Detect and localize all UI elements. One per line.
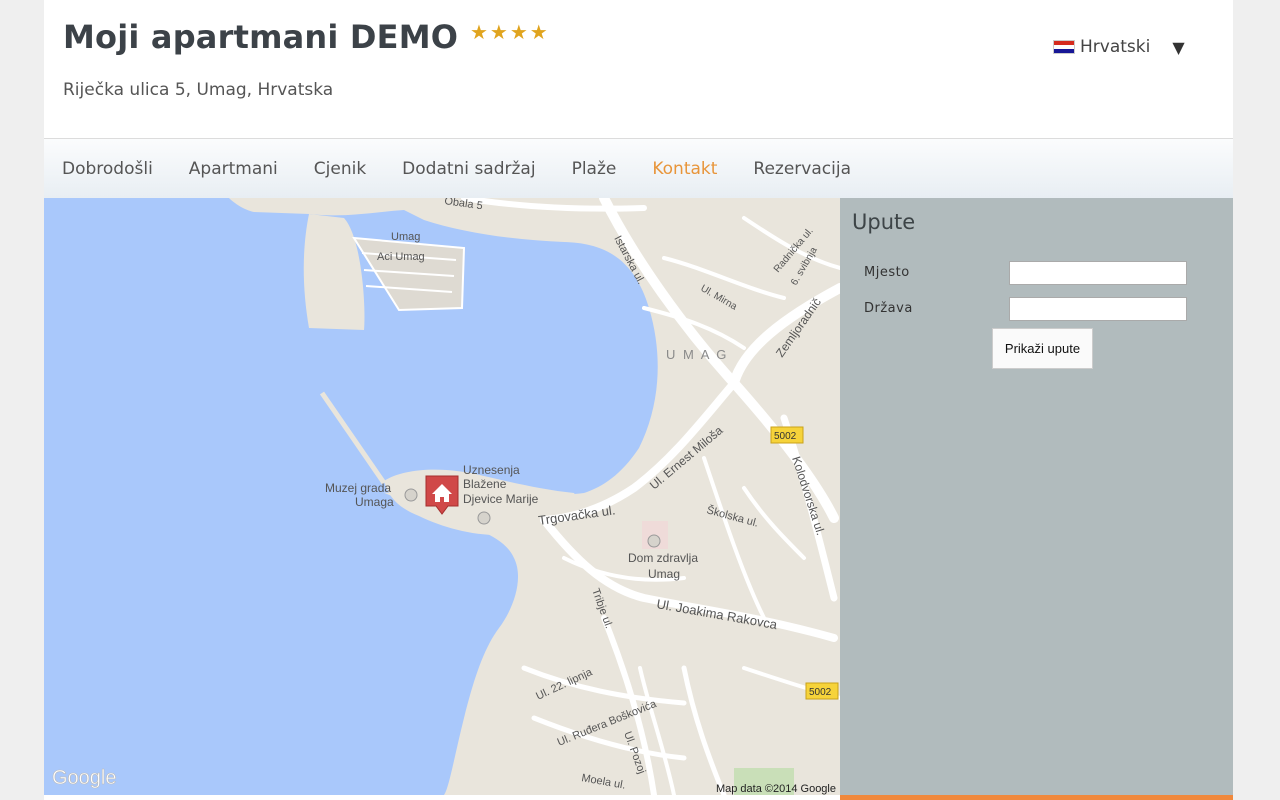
site-address: Riječka ulica 5, Umag, Hrvatska: [63, 80, 334, 100]
map-label-dom-1: Dom zdravlja: [628, 551, 698, 565]
map-label-muzej-2: Umaga: [355, 495, 394, 509]
nav-item-dodatni-sadrzaj[interactable]: Dodatni sadržaj: [402, 159, 535, 179]
nav-item-dobrodosli[interactable]: Dobrodošli: [62, 159, 153, 179]
language-selector[interactable]: Hrvatski ▼: [1053, 37, 1185, 57]
map-label-crkva-3: Djevice Marije: [463, 492, 539, 506]
map-label-crkva-1: Uznesenja: [463, 463, 520, 477]
nav-item-plaze[interactable]: Plaže: [572, 159, 617, 179]
google-logo[interactable]: Google: [52, 767, 117, 790]
site-header: Moji apartmani DEMO ★★★★ Riječka ulica 5…: [44, 0, 1233, 139]
mjesto-label: Mjesto: [864, 265, 910, 280]
nav-item-kontakt[interactable]: Kontakt: [652, 159, 717, 179]
map-copyright[interactable]: Map data ©2014 Google: [716, 783, 836, 795]
chevron-down-icon[interactable]: ▼: [1172, 38, 1184, 57]
directions-panel: Upute Mjesto Država Prikaži upute: [840, 198, 1233, 795]
map-label-muzej-1: Muzej grada: [325, 481, 391, 495]
church-poi-icon[interactable]: [477, 511, 491, 525]
language-label: Hrvatski: [1080, 37, 1151, 57]
nav-item-cjenik[interactable]: Cjenik: [314, 159, 366, 179]
map-label-town: U M A G: [666, 347, 728, 362]
location-map[interactable]: Umag Aci Umag U M A G Muzej grada Umaga …: [44, 198, 840, 795]
map-canvas[interactable]: Umag Aci Umag U M A G Muzej grada Umaga …: [44, 198, 840, 795]
panel-bottom-accent: [840, 795, 1233, 800]
map-label-crkva-2: Blažene: [463, 477, 507, 491]
map-label-dom-2: Umag: [648, 567, 680, 581]
hospital-poi-icon[interactable]: [647, 534, 661, 548]
rating-stars: ★★★★: [470, 20, 550, 44]
drzava-label: Država: [864, 301, 913, 316]
map-label-aci-umag: Aci Umag: [377, 251, 425, 263]
show-directions-button[interactable]: Prikaži upute: [992, 328, 1093, 369]
main-nav: Dobrodošli Apartmani Cjenik Dodatni sadr…: [44, 139, 1233, 198]
directions-title: Upute: [852, 210, 916, 234]
map-road-5002-b: 5002: [809, 687, 832, 698]
croatian-flag-icon: [1053, 40, 1075, 54]
museum-poi-icon[interactable]: [404, 488, 418, 502]
page: Moji apartmani DEMO ★★★★ Riječka ulica 5…: [44, 0, 1233, 800]
nav-item-rezervacija[interactable]: Rezervacija: [753, 159, 851, 179]
map-road-5002-a: 5002: [774, 431, 797, 442]
map-label-umag-marina: Umag: [391, 231, 420, 243]
site-title[interactable]: Moji apartmani DEMO: [63, 18, 458, 56]
drzava-input[interactable]: [1009, 297, 1187, 321]
nav-item-apartmani[interactable]: Apartmani: [189, 159, 278, 179]
mjesto-input[interactable]: [1009, 261, 1187, 285]
